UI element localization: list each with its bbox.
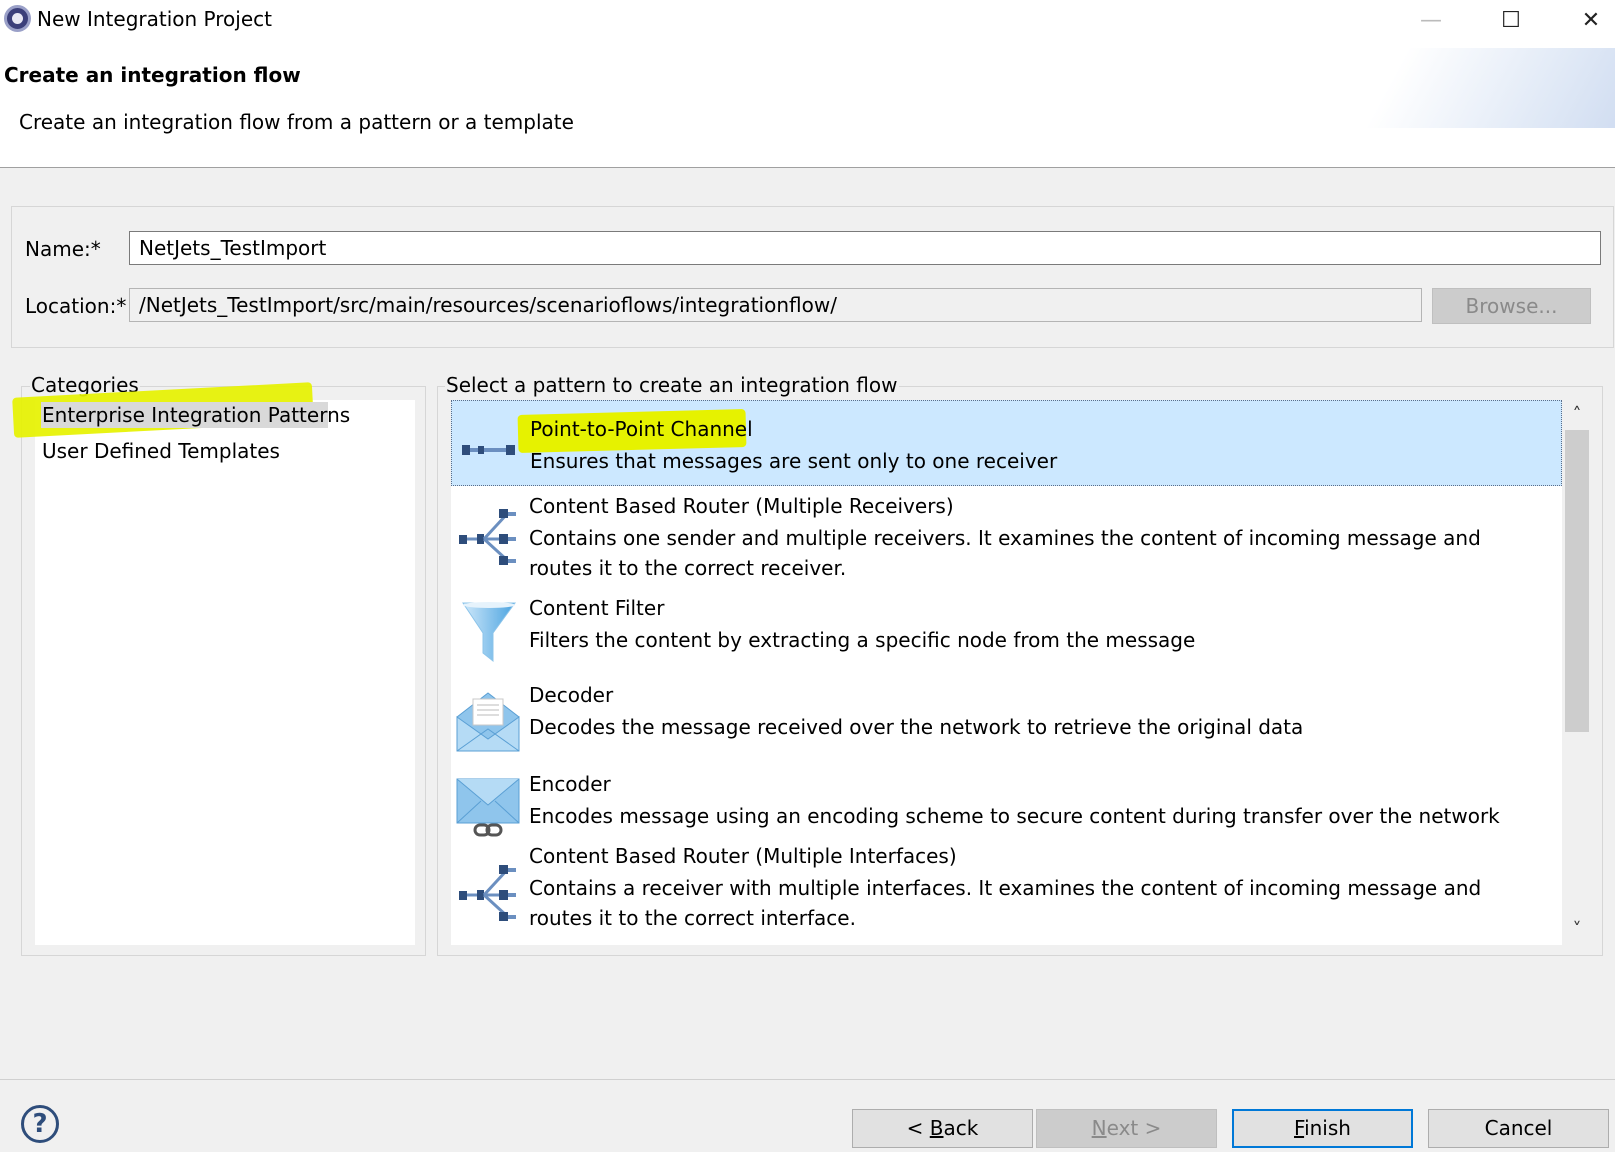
- scroll-up-arrow-icon[interactable]: ˄: [1562, 400, 1592, 430]
- header-banner-graphic: [1310, 48, 1615, 128]
- router-icon: [459, 509, 516, 565]
- category-enterprise-integration-patterns[interactable]: Enterprise Integration Patterns: [41, 402, 350, 428]
- project-details-group: [11, 206, 1614, 348]
- pattern-decoder[interactable]: Decoder Decodes the message received ove…: [451, 677, 1562, 765]
- help-icon[interactable]: ?: [21, 1105, 59, 1143]
- pattern-title: Decoder: [529, 683, 614, 707]
- open-envelope-icon: [456, 692, 520, 752]
- browse-button[interactable]: Browse...: [1432, 288, 1591, 324]
- envelope-chain-icon: [456, 778, 520, 837]
- cancel-button[interactable]: Cancel: [1428, 1109, 1609, 1148]
- name-input[interactable]: [129, 231, 1601, 265]
- pattern-content-filter[interactable]: Content Filter Filters the content by ex…: [451, 589, 1562, 677]
- patterns-label: Select a pattern to create an integratio…: [445, 373, 899, 397]
- window-title: New Integration Project: [37, 7, 272, 31]
- point-to-point-icon: [462, 445, 515, 455]
- pattern-description: Decodes the message received over the ne…: [529, 715, 1304, 739]
- pattern-title: Content Based Router (Multiple Receivers…: [529, 494, 954, 518]
- categories-list: [35, 400, 415, 945]
- pattern-title: Content Filter: [529, 596, 665, 620]
- next-button[interactable]: Next >: [1036, 1109, 1217, 1148]
- location-input[interactable]: [129, 288, 1422, 322]
- name-label: Name:*: [25, 237, 101, 261]
- finish-button[interactable]: Finish: [1232, 1109, 1413, 1148]
- pattern-title: Point-to-Point Channel: [530, 417, 753, 441]
- close-button[interactable]: ✕: [1568, 4, 1614, 36]
- pattern-content-based-router-interfaces[interactable]: Content Based Router (Multiple Interface…: [451, 840, 1562, 945]
- back-button[interactable]: < Back: [852, 1109, 1033, 1148]
- next-button-mnemonic: N: [1091, 1116, 1107, 1140]
- back-button-mnemonic: B: [929, 1116, 944, 1140]
- pattern-content-based-router-receivers[interactable]: Content Based Router (Multiple Receivers…: [451, 486, 1562, 589]
- back-button-prefix: <: [906, 1116, 930, 1140]
- patterns-scrollbar[interactable]: ˄ ˅: [1562, 400, 1592, 945]
- page-title: Create an integration flow: [4, 63, 301, 87]
- footer-separator: [0, 1079, 1615, 1080]
- router-icon: [459, 865, 516, 921]
- patterns-list: Point-to-Point Channel Ensures that mess…: [451, 400, 1592, 945]
- minimize-button[interactable]: —: [1408, 4, 1454, 36]
- title-bar: New Integration Project — ☐ ✕: [0, 0, 1615, 40]
- pattern-description: Ensures that messages are sent only to o…: [530, 449, 1058, 473]
- finish-button-label: inish: [1304, 1116, 1351, 1140]
- pattern-description-line-1: Contains a receiver with multiple interf…: [529, 876, 1482, 900]
- pattern-point-to-point-channel[interactable]: Point-to-Point Channel Ensures that mess…: [451, 400, 1562, 486]
- funnel-icon: [462, 602, 516, 663]
- pattern-encoder[interactable]: Encoder Encodes message using an encodin…: [451, 765, 1562, 840]
- app-icon: [4, 5, 31, 32]
- next-button-label: ext >: [1106, 1116, 1162, 1140]
- maximize-button[interactable]: ☐: [1488, 4, 1534, 36]
- pattern-description: Filters the content by extracting a spec…: [529, 628, 1196, 652]
- wizard-header: Create an integration flow Create an int…: [0, 40, 1615, 168]
- scroll-down-arrow-icon[interactable]: ˅: [1562, 915, 1592, 945]
- scroll-thumb[interactable]: [1565, 430, 1589, 732]
- category-user-defined-templates[interactable]: User Defined Templates: [41, 438, 281, 464]
- pattern-description-line-2: routes it to the correct interface.: [529, 906, 856, 930]
- pattern-description-line-1: Contains one sender and multiple receive…: [529, 526, 1481, 550]
- page-description: Create an integration flow from a patter…: [19, 110, 574, 134]
- finish-button-mnemonic: F: [1294, 1116, 1305, 1140]
- back-button-label: ack: [943, 1116, 979, 1140]
- pattern-title: Encoder: [529, 772, 611, 796]
- pattern-title: Content Based Router (Multiple Interface…: [529, 844, 957, 868]
- pattern-description: Encodes message using an encoding scheme…: [529, 804, 1500, 828]
- pattern-description-line-2: routes it to the correct receiver.: [529, 556, 847, 580]
- location-label: Location:*: [25, 294, 127, 318]
